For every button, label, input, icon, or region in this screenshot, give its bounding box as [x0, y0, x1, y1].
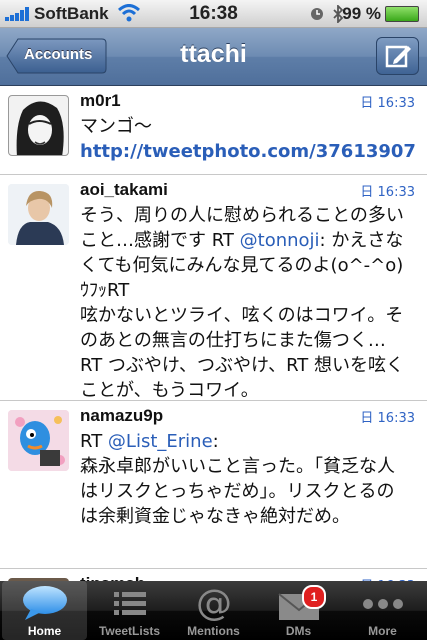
tweet-row[interactable]: m0r1 日 16:33 マンゴ〜 http://tweetphoto.com/… — [0, 86, 427, 175]
tab-label: DMs — [285, 624, 312, 638]
svg-text:@: @ — [196, 584, 232, 622]
tweet-timestamp: 日 16:33 — [360, 185, 415, 200]
tweet-text-segment: RT — [80, 431, 108, 452]
tweet-username[interactable]: namazu9p — [80, 406, 163, 426]
tweet-timestamp: 日 16:33 — [360, 411, 415, 426]
tweet-mention[interactable]: @List_Erine — [108, 431, 213, 452]
page-title: ttachi — [180, 40, 247, 68]
tweet-mention[interactable]: @tonnoji — [240, 230, 320, 251]
compose-icon — [385, 45, 411, 68]
tweet-text-segment: マンゴ〜 — [80, 116, 152, 137]
at-icon: @ — [196, 583, 232, 624]
tab-dms[interactable]: 1 DMs — [256, 581, 341, 640]
tweet-text: マンゴ〜 http://tweetphoto.com/37613907 — [80, 114, 416, 164]
tab-mentions[interactable]: @ Mentions — [171, 581, 256, 640]
tab-label: Mentions — [187, 624, 240, 638]
tweet-text: そう、周りの人に慰められることの多いこと…感謝です RT @tonnoji: か… — [80, 203, 410, 403]
tweet-text: RT @List_Erine: 森永卓郎がいいこと言った。「貧乏な人はリスクとっ… — [80, 429, 410, 529]
tab-more[interactable]: More — [340, 581, 425, 640]
tab-label: TweetLists — [98, 624, 161, 638]
tweet-row[interactable]: namazu9p 日 16:33 RT @List_Erine: 森永卓郎がいい… — [0, 401, 427, 569]
avatar — [8, 410, 69, 471]
tweet-row[interactable]: aoi_takami 日 16:33 そう、周りの人に慰められることの多いこと…… — [0, 175, 427, 401]
tweet-username[interactable]: m0r1 — [80, 91, 121, 111]
more-dots-icon — [362, 599, 403, 609]
tab-bar: Home TweetLists @ Mentions 1 DMs More — [0, 581, 427, 640]
tab-label: Home — [27, 624, 62, 638]
battery-icon — [385, 6, 419, 22]
tab-tweetlists[interactable]: TweetLists — [87, 581, 172, 640]
navigation-bar: Accounts ttachi — [0, 28, 427, 86]
alarm-clock-icon — [311, 8, 323, 20]
list-icon — [113, 592, 146, 615]
tab-label: More — [368, 624, 397, 638]
tweet-username[interactable]: aoi_takami — [80, 180, 168, 200]
status-bar: SoftBank 16:38 99 % — [0, 0, 427, 28]
tab-home[interactable]: Home — [2, 581, 87, 640]
battery-percent: 99 % — [342, 4, 381, 23]
tweet-timestamp: 日 16:33 — [360, 96, 415, 111]
avatar — [8, 95, 69, 156]
avatar — [8, 184, 69, 245]
tweet-link[interactable]: http://tweetphoto.com/37613907 — [80, 141, 416, 162]
dm-badge: 1 — [302, 585, 326, 609]
speech-bubble-icon — [22, 586, 67, 620]
compose-button[interactable] — [376, 37, 419, 75]
tweet-text-segment: : かえさなくても何気にみんな見てるのよ(o^-^o) ｳﾌｯRT 呟かないとツ… — [80, 230, 405, 401]
